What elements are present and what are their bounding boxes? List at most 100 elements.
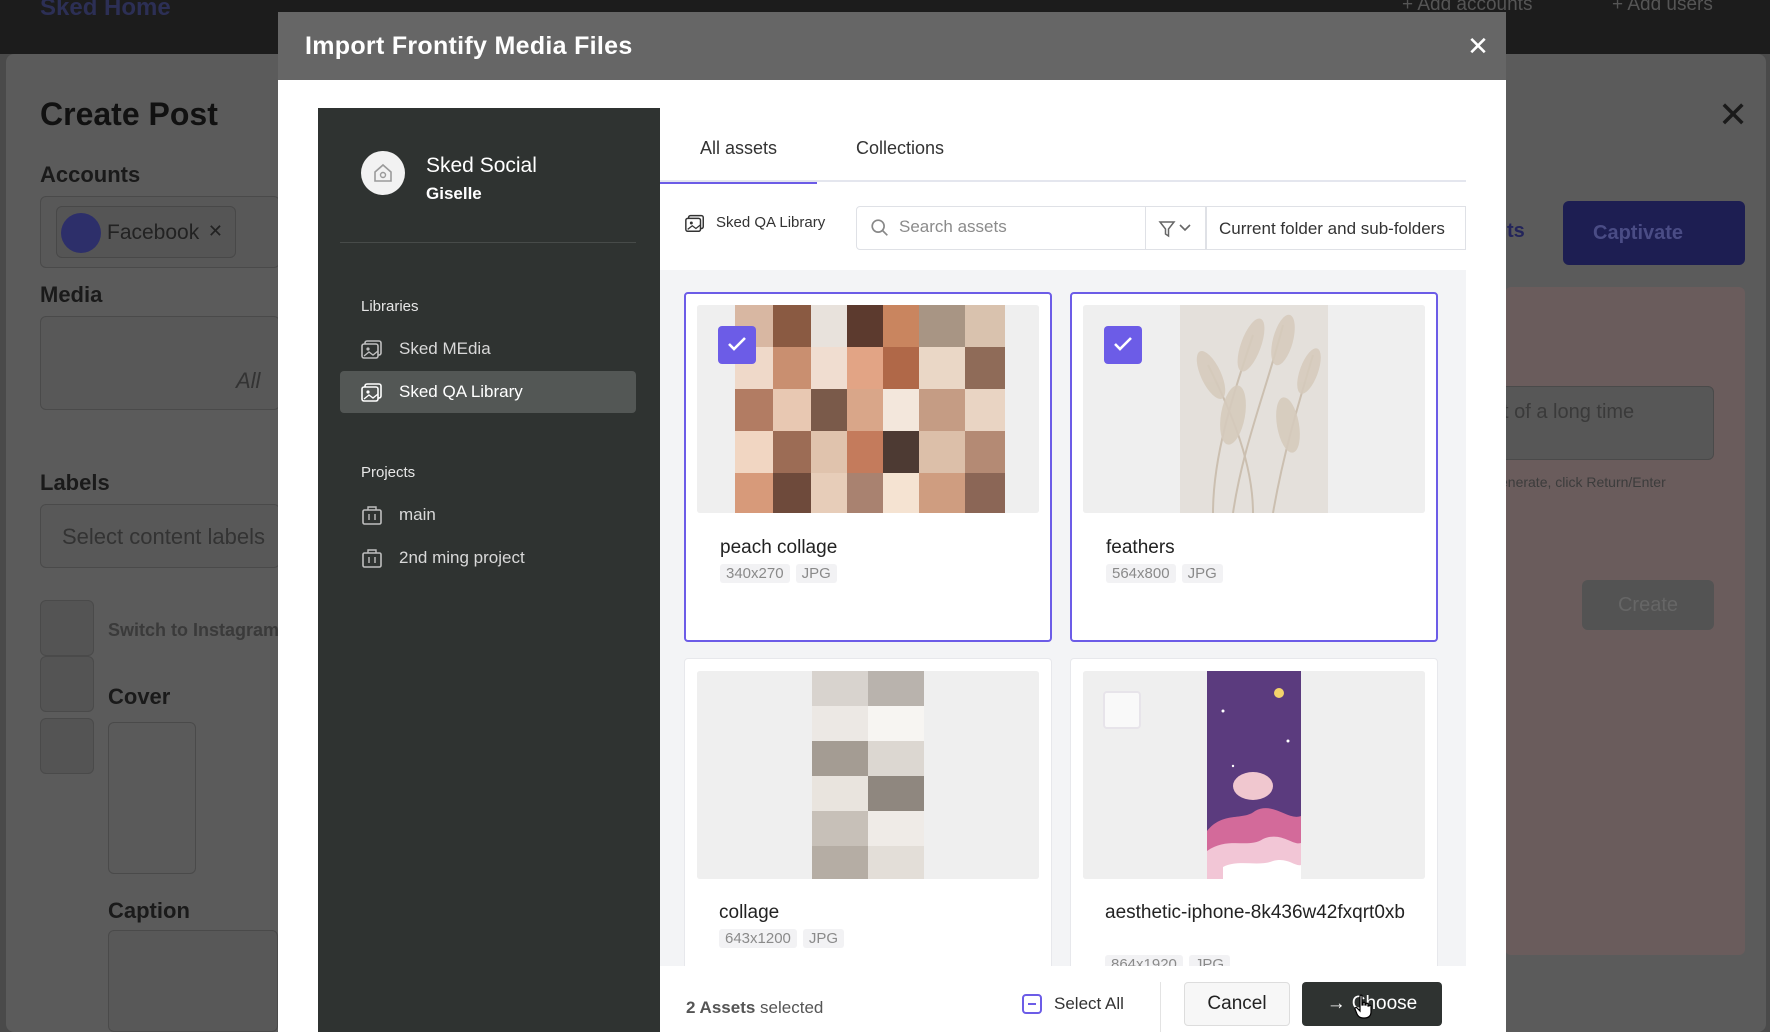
project-icon [362, 506, 382, 525]
facebook-avatar [61, 213, 101, 253]
search-box [856, 206, 1146, 250]
caption-label: Caption [108, 898, 190, 923]
ai-prompt-hint: enerate, click Return/Enter [1500, 474, 1666, 490]
collage-image [697, 671, 1039, 879]
search-input[interactable] [899, 217, 1129, 237]
filter-dropdown-button[interactable] [1146, 206, 1206, 250]
media-dropzone[interactable] [40, 316, 280, 410]
tab-collections[interactable]: Collections [856, 138, 944, 159]
asset-meta: 643x1200 JPG [719, 929, 850, 948]
remove-account-icon[interactable]: ✕ [208, 221, 223, 242]
asset-thumbnail [697, 671, 1039, 879]
asset-dimensions: 643x1200 [719, 929, 797, 948]
asset-name: peach collage [720, 537, 838, 558]
sidebar-item-sked-media[interactable]: Sked MEdia [340, 328, 636, 370]
asset-checkbox[interactable] [1104, 326, 1142, 364]
cancel-button[interactable]: Cancel [1184, 982, 1290, 1026]
media-label: Media [40, 282, 103, 307]
selected-count: 2 Assets [686, 998, 756, 1017]
labels-label: Labels [40, 470, 110, 495]
captivate-button[interactable]: Captivate [1563, 201, 1745, 265]
library-sidebar: Sked Social Giselle Libraries Sked MEdia… [318, 108, 660, 1032]
asset-dimensions: 564x800 [1106, 564, 1176, 583]
select-all-label: Select All [1054, 994, 1124, 1013]
asset-meta: 564x800 JPG [1106, 564, 1229, 583]
import-modal: Import Frontify Media Files ✕ Sked Socia… [278, 12, 1506, 1032]
sidebar-divider [340, 242, 636, 243]
account-chip-facebook[interactable]: Facebook ✕ [56, 206, 236, 258]
indeterminate-checkbox-icon [1022, 994, 1042, 1014]
asset-name: collage [719, 902, 780, 923]
asset-checkbox[interactable] [718, 326, 756, 364]
ai-prompt-input[interactable]: t of a long time [1500, 386, 1714, 460]
footer-divider [1160, 982, 1161, 1032]
labels-placeholder: Select content labels [62, 524, 266, 549]
projects-heading: Projects [361, 464, 416, 481]
close-post-icon[interactable]: ✕ [1718, 94, 1748, 136]
link-icon-button[interactable] [40, 600, 94, 656]
close-icon[interactable]: ✕ [1464, 32, 1492, 60]
asset-card-collage[interactable]: collage 643x1200 JPG [684, 658, 1052, 966]
library-icon [361, 340, 382, 359]
tab-all-assets[interactable]: All assets [659, 138, 818, 185]
asset-toolbar: Sked QA Library Current folder and sub-f… [660, 184, 1466, 270]
project-icon [362, 549, 382, 568]
cover-image-placeholder[interactable] [108, 722, 196, 874]
select-all-checkbox[interactable]: Select All [1022, 994, 1124, 1014]
libraries-heading: Libraries [361, 298, 419, 315]
add-users-link[interactable]: + Add users [1612, 0, 1713, 16]
sidebar-item-label: 2nd ming project [399, 548, 525, 567]
asset-dimensions: 864x1920 [1105, 955, 1183, 966]
switch-instagram-link[interactable]: Switch to Instagram [108, 620, 278, 641]
sidebar-item-label: Sked MEdia [399, 339, 491, 358]
current-library-breadcrumb[interactable]: Sked QA Library [684, 214, 826, 232]
sidebar-item-label: Sked QA Library [399, 382, 523, 401]
asset-format: JPG [795, 564, 837, 583]
create-post-title: Create Post [40, 96, 218, 132]
arrow-right-icon: → [1326, 993, 1346, 1014]
account-chip-label: Facebook [107, 221, 200, 244]
selected-suffix: selected [760, 998, 824, 1017]
cover-label: Cover [108, 684, 171, 709]
media-placeholder: All [236, 368, 261, 393]
check-icon [1114, 337, 1132, 351]
asset-name: aesthetic-iphone-8k436w42fxqrt0xb [1105, 902, 1405, 923]
org-logo [361, 151, 405, 195]
asset-card-peach-collage[interactable]: peach collage 340x270 JPG [684, 292, 1052, 642]
sidebar-item-project-2nd[interactable]: 2nd ming project [340, 537, 636, 579]
sidebar-item-sked-qa-library[interactable]: Sked QA Library [340, 371, 636, 413]
asset-card-aesthetic-iphone[interactable]: aesthetic-iphone-8k436w42fxqrt0xb 864x19… [1070, 658, 1438, 966]
library-icon [685, 214, 704, 232]
asset-grid: peach collage 340x270 JPG feathers 564x8… [660, 270, 1466, 966]
org-name: Sked Social [426, 154, 537, 177]
current-library-label: Sked QA Library [716, 214, 826, 231]
asset-meta: 864x1920 JPG [1105, 955, 1236, 966]
app-brand: Sked Home [40, 0, 171, 21]
library-icon [361, 383, 382, 402]
asset-meta: 340x270 JPG [720, 564, 843, 583]
asset-checkbox[interactable] [1103, 691, 1141, 729]
instagram-icon-button[interactable] [40, 656, 94, 712]
sidebar-item-project-main[interactable]: main [340, 494, 636, 536]
sidebar-item-label: main [399, 505, 436, 524]
accounts-label: Accounts [40, 162, 141, 187]
modal-footer: 2 Assets selected Select All Cancel → Cho… [660, 966, 1466, 1032]
hand-pointer-icon [1354, 994, 1372, 1019]
selection-summary: 2 Assets selected [686, 998, 823, 1018]
caption-input[interactable] [108, 930, 278, 1032]
asset-format: JPG [802, 929, 845, 948]
search-icon [871, 219, 888, 236]
modal-title: Import Frontify Media Files [305, 32, 633, 60]
modal-header: Import Frontify Media Files ✕ [278, 12, 1506, 80]
user-name: Giselle [426, 184, 482, 203]
ai-create-button[interactable]: Create [1582, 580, 1714, 630]
asset-card-feathers[interactable]: feathers 564x800 JPG [1070, 292, 1438, 642]
check-icon [728, 337, 746, 351]
facebook-icon-button[interactable] [40, 718, 94, 774]
filter-icon [1158, 221, 1191, 238]
tab-partial-label[interactable]: ts [1507, 220, 1525, 243]
folder-scope-select[interactable]: Current folder and sub-folders [1206, 206, 1466, 250]
choose-button[interactable]: → Choose [1302, 982, 1442, 1026]
asset-format: JPG [1181, 564, 1223, 583]
asset-format: JPG [1188, 955, 1231, 966]
